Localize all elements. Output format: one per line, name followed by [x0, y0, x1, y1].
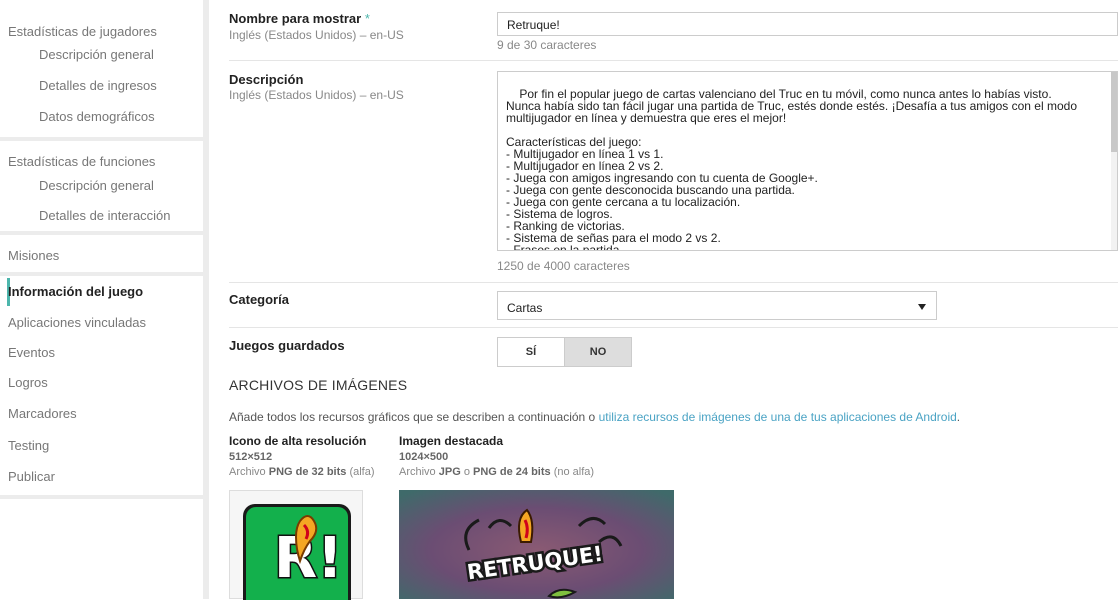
sidebar-divider — [0, 495, 203, 499]
sidebar-item-linked-apps[interactable]: Aplicaciones vinculadas — [0, 315, 203, 330]
main-content: Nombre para mostrar * Inglés (Estados Un… — [209, 0, 1118, 605]
feature-graphic-format: Archivo JPG o PNG de 24 bits (no alfa) — [399, 466, 594, 478]
category-select[interactable]: Cartas — [497, 291, 937, 320]
sidebar-item-player-overview[interactable]: Descripción general — [0, 47, 203, 62]
display-name-counter: 9 de 30 caracteres — [497, 38, 597, 52]
images-section-title: ARCHIVOS DE IMÁGENES — [229, 377, 408, 393]
sidebar-item-feature-overview[interactable]: Descripción general — [0, 178, 203, 193]
required-mark: * — [364, 11, 370, 26]
sidebar-item-revenue-details[interactable]: Detalles de ingresos — [0, 78, 203, 93]
format-text: (alfa) — [346, 466, 375, 478]
divider — [229, 327, 1118, 328]
saved-games-label: Juegos guardados — [229, 338, 345, 353]
sidebar-divider — [0, 272, 203, 276]
divider — [229, 282, 1118, 283]
app-logo-icon: R! — [243, 504, 351, 605]
feature-graphic-title: Imagen destacada — [399, 434, 504, 448]
saved-games-yes-button[interactable]: SÍ — [498, 338, 564, 366]
sidebar-divider — [0, 231, 203, 235]
saved-games-no-button[interactable]: NO — [564, 338, 631, 366]
sidebar-heading-player-stats[interactable]: Estadísticas de jugadores — [0, 24, 203, 39]
hi-res-icon-title: Icono de alta resolución — [229, 434, 367, 448]
chevron-down-icon — [918, 304, 926, 310]
sidebar-item-achievements[interactable]: Logros — [0, 375, 203, 390]
description-text: Por fin el popular juego de cartas valen… — [506, 87, 1078, 251]
feature-graphic-preview[interactable]: RETRUQUE! — [399, 490, 674, 599]
hi-res-icon-dimensions: 512×512 — [229, 451, 273, 463]
sidebar-item-leaderboards[interactable]: Marcadores — [0, 406, 203, 421]
description-scroll-thumb[interactable] — [1111, 72, 1117, 152]
use-android-app-assets-link[interactable]: utiliza recursos de imágenes de una de t… — [599, 410, 957, 424]
saved-games-toggle: SÍ NO — [497, 337, 632, 367]
format-text: (no alfa) — [550, 466, 595, 478]
feature-graphic-image: RETRUQUE! — [399, 490, 674, 599]
sidebar-item-game-details[interactable]: Información del juego — [0, 284, 203, 299]
description-locale: Inglés (Estados Unidos) – en-US — [229, 88, 404, 102]
format-text: Archivo — [399, 466, 439, 478]
sidebar-item-events[interactable]: Eventos — [0, 345, 203, 360]
display-name-locale: Inglés (Estados Unidos) – en-US — [229, 28, 404, 42]
sidebar-heading-feature-stats[interactable]: Estadísticas de funciones — [0, 154, 203, 169]
divider — [229, 60, 1118, 61]
sidebar-item-quests[interactable]: Misiones — [0, 248, 203, 263]
category-label: Categoría — [229, 292, 289, 307]
hi-res-icon-format: Archivo PNG de 32 bits (alfa) — [229, 466, 375, 478]
description-scrollbar[interactable] — [1111, 72, 1117, 250]
sidebar-item-publish[interactable]: Publicar — [0, 469, 203, 484]
format-bold: JPG — [438, 466, 461, 478]
display-name-input[interactable]: Retruque! — [497, 12, 1118, 36]
description-label: Descripción — [229, 72, 304, 87]
images-description-suffix: . — [956, 410, 961, 424]
images-description: Añade todos los recursos gráficos que se… — [229, 410, 960, 424]
format-bold: PNG de 32 bits — [268, 466, 347, 478]
display-name-label: Nombre para mostrar * — [229, 11, 370, 26]
feature-graphic-dimensions: 1024×500 — [399, 451, 449, 463]
sidebar-item-demographics[interactable]: Datos demográficos — [0, 109, 203, 124]
images-description-text: Añade todos los recursos gráficos que se… — [229, 410, 599, 424]
sidebar-divider — [0, 137, 203, 141]
category-selected-value: Cartas — [507, 301, 543, 315]
display-name-label-text: Nombre para mostrar — [229, 11, 362, 26]
format-bold: PNG de 24 bits — [473, 466, 551, 478]
format-text: Archivo — [229, 466, 269, 478]
description-counter: 1250 de 4000 caracteres — [497, 259, 630, 273]
sidebar: Estadísticas de jugadores Descripción ge… — [0, 0, 209, 599]
description-textarea[interactable]: Por fin el popular juego de cartas valen… — [497, 71, 1118, 251]
sidebar-item-testing[interactable]: Testing — [0, 438, 203, 453]
sidebar-item-engagement-details[interactable]: Detalles de interacción — [0, 208, 203, 223]
hi-res-icon-preview[interactable]: R! — [229, 490, 363, 605]
format-text: o — [460, 466, 473, 478]
